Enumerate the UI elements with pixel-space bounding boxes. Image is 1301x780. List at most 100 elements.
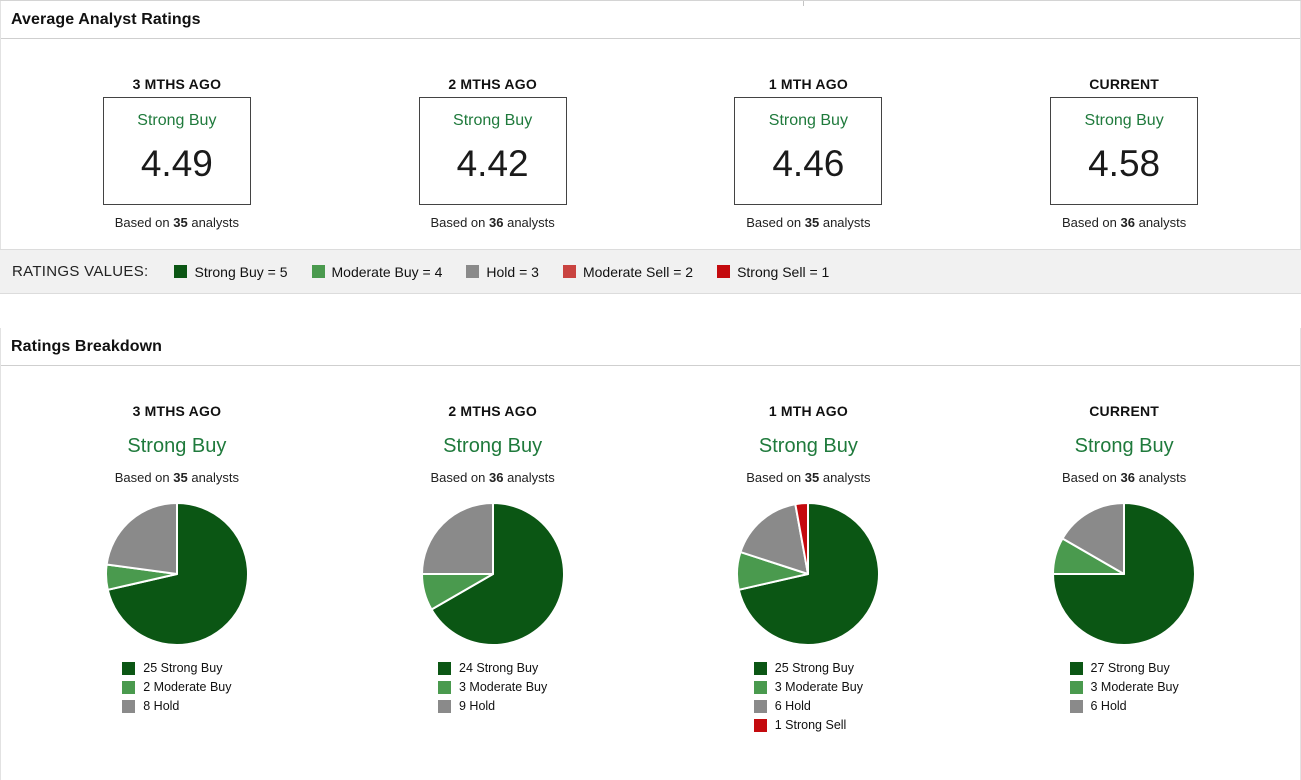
pie-legend-label: 27 Strong Buy [1090,661,1170,675]
pie-chart [735,501,881,647]
rating-value-box: Strong Buy 4.49 [102,97,251,205]
based-suffix: analysts [507,215,555,230]
pie-legend: 24 Strong Buy 3 Moderate Buy 9 Hold [438,662,547,719]
analyst-count-line: Based on 35 analysts [746,215,870,230]
legend-item-label: Moderate Buy = 4 [331,263,443,280]
legend-color-swatch [1069,662,1083,675]
pie-legend-label: 9 Hold [459,699,496,713]
legend-item-label: Strong Buy = 5 [194,263,288,280]
average-analyst-ratings-panel: Average Analyst Ratings 3 MTHS AGO Stron… [0,1,1301,249]
pie-legend-item: 9 Hold [438,700,547,713]
based-suffix: analysts [191,470,240,485]
rating-label: Strong Buy [443,435,543,457]
based-prefix: Based on [114,470,170,485]
pie-legend-label: 24 Strong Buy [459,661,539,675]
legend-item-label: Moderate Sell = 2 [582,263,694,280]
avg-column-current: CURRENT Strong Buy 4.58 Based on 36 analys… [966,76,1282,230]
rating-value: 4.58 [1088,143,1161,184]
legend-color-swatch [717,265,731,278]
rating-label: Strong Buy [768,112,848,129]
section-gap [0,294,1301,328]
legend-item-moderate-sell: Moderate Sell = 2 [562,263,694,280]
pie-legend-item: 3 Moderate Buy [753,681,863,694]
period-label: CURRENT [1089,403,1160,419]
analyst-count: 36 [1120,470,1135,485]
pie-legend-label: 25 Strong Buy [774,661,854,675]
based-suffix: analysts [1138,215,1187,230]
avg-column-2mths-ago: 2 MTHS AGO Strong Buy 4.42 Based on 36 ana… [335,76,651,230]
rating-label: Strong Buy [1074,435,1174,457]
breakdown-column-1mth-ago: 1 MTH AGO Strong Buy Based on 35 analysts … [651,403,967,738]
analyst-count-line: Based on 35 analysts [115,470,239,485]
based-prefix: Based on [114,215,170,230]
period-label: 3 MTHS AGO [132,403,222,419]
avg-column-1mth-ago: 1 MTH AGO Strong Buy 4.46 Based on 35 anal… [651,76,967,230]
analyst-count: 35 [804,470,820,485]
rating-label: Strong Buy [453,112,533,129]
legend-color-swatch [438,700,451,713]
legend-color-swatch [122,681,136,694]
period-label: 1 MTH AGO [768,403,848,419]
rating-value-box: Strong Buy 4.58 [1050,97,1199,205]
pie-legend-item: 8 Hold [122,700,231,713]
pie-legend-label: 6 Hold [774,699,811,713]
legend-color-swatch [311,265,325,278]
based-prefix: Based on [746,470,802,485]
legend-color-swatch [438,681,451,694]
legend-item-strong-sell: Strong Sell = 1 [717,264,829,280]
rating-value: 4.49 [140,143,213,184]
pie-legend-item: 2 Moderate Buy [122,680,232,694]
rating-label: Strong Buy [137,112,217,129]
rating-label: Strong Buy [1084,112,1164,129]
based-suffix: analysts [1138,470,1187,485]
based-prefix: Based on [1061,470,1117,485]
analyst-count: 35 [173,215,188,230]
pie-chart [1051,501,1197,647]
legend-color-swatch [753,662,767,675]
pie-legend-label: 1 Strong Sell [774,718,847,732]
analyst-count-line: Based on 36 analysts [430,215,554,230]
legend-color-swatch [1069,700,1083,713]
panel-title: Ratings Breakdown [11,337,163,355]
pie-legend-item: 3 Moderate Buy [438,681,547,694]
legend-color-swatch [753,681,767,694]
period-label: 2 MTHS AGO [448,403,537,419]
rating-label: Strong Buy [127,435,227,457]
period-label: CURRENT [1089,76,1160,92]
based-suffix: analysts [822,470,871,485]
legend-color-swatch [753,719,767,732]
legend-item-moderate-buy: Moderate Buy = 4 [311,263,443,280]
legend-color-swatch [562,265,576,278]
pie-chart [104,501,250,647]
pie-slice [420,502,494,575]
breakdown-column-2mths-ago: 2 MTHS AGO Strong Buy Based on 36 analysts… [335,403,651,738]
pie-legend-label: 2 Moderate Buy [143,680,232,694]
pie-chart [420,501,566,647]
panel-title: Average Analyst Ratings [11,10,201,28]
based-suffix: analysts [507,470,555,485]
pie-legend-item: 27 Strong Buy [1069,661,1179,675]
legend-color-swatch [1069,681,1083,694]
rating-label: Strong Buy [758,435,858,457]
legend-color-swatch [122,700,136,713]
avg-column-3mths-ago: 3 MTHS AGO Strong Buy 4.49 Based on 35 ana… [19,76,335,230]
pie-legend: 25 Strong Buy 2 Moderate Buy 8 Hold [122,661,232,719]
ratings-values-label: RATINGS VALUES: [12,263,149,280]
ratings-values-items: Strong Buy = 5 Moderate Buy = 4 Hold = 3… [174,264,829,280]
pie-legend-label: 25 Strong Buy [143,661,223,675]
pie-legend-label: 3 Moderate Buy [1090,680,1179,694]
panel-header: Average Analyst Ratings [1,1,1300,39]
legend-item-label: Hold = 3 [486,263,539,280]
analyst-count-line: Based on 35 analysts [115,215,239,230]
rating-value: 4.46 [772,143,845,184]
pie-legend-item: 25 Strong Buy [753,661,863,675]
based-prefix: Based on [1061,215,1117,230]
pie-legend-item: 3 Moderate Buy [1069,680,1179,694]
breakdown-column-3mths-ago: 3 MTHS AGO Strong Buy Based on 35 analysts… [19,403,335,738]
based-suffix: analysts [191,215,240,230]
based-prefix: Based on [430,470,486,485]
analyst-count: 35 [804,215,820,230]
pie-legend-item: 1 Strong Sell [753,718,863,732]
pie-legend-label: 3 Moderate Buy [459,680,548,694]
analyst-count-line: Based on 36 analysts [1062,215,1186,230]
